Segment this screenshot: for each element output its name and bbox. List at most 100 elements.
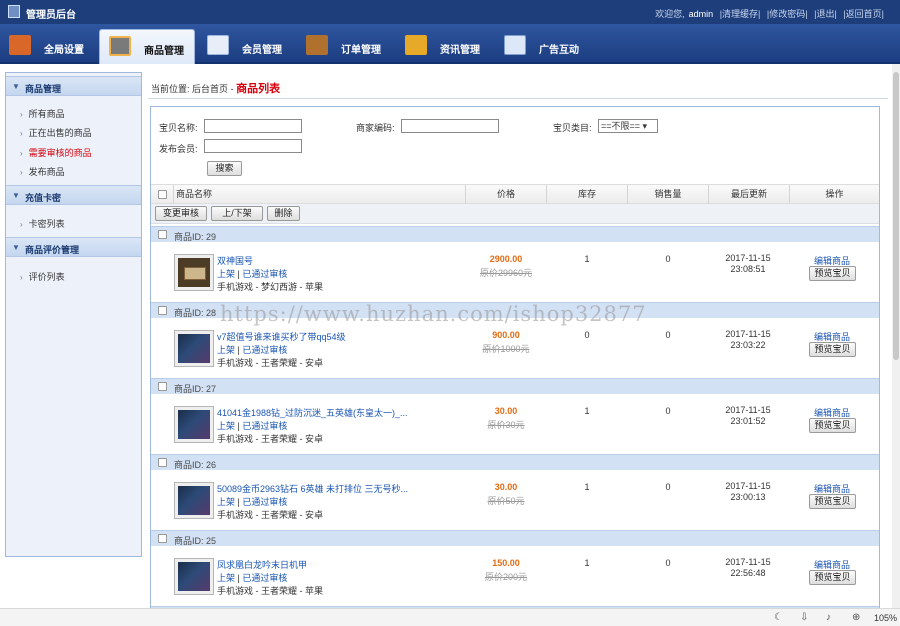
row-checkbox[interactable] bbox=[158, 230, 167, 239]
download-icon[interactable]: ⇩ bbox=[800, 612, 808, 623]
preview-product-button[interactable]: 预览宝贝 bbox=[809, 266, 856, 281]
row-checkbox[interactable] bbox=[158, 458, 167, 467]
vertical-scrollbar[interactable] bbox=[892, 64, 900, 608]
preview-product-button[interactable]: 预览宝贝 bbox=[809, 342, 856, 357]
breadcrumb-current: 商品列表 bbox=[236, 83, 281, 95]
product-name-link[interactable]: 50089金币2963钻石 6英雄 未打排位 三无号秒... bbox=[217, 482, 427, 495]
product-thumbnail[interactable] bbox=[174, 406, 214, 443]
zoom-icon[interactable]: ⊕ bbox=[852, 612, 860, 623]
product-last-update: 2017-11-15 22:56:48 bbox=[708, 557, 788, 579]
product-category: 手机游戏 - 王者荣耀 - 安卓 bbox=[217, 510, 323, 520]
top-links: 欢迎您, admin |清理缓存| |修改密码| |退出| |返回首页| bbox=[651, 7, 884, 20]
preview-product-button[interactable]: 预览宝贝 bbox=[809, 570, 856, 585]
nav-tab-order-management[interactable]: 订单管理 bbox=[297, 29, 393, 64]
product-stock: 1 bbox=[584, 482, 590, 492]
preview-product-button[interactable]: 预览宝贝 bbox=[809, 418, 856, 433]
back-home-link[interactable]: |返回首页| bbox=[843, 9, 884, 19]
merchant-code-label: 商家编码: bbox=[356, 123, 395, 133]
sidebar-item-all-products[interactable]: › 所有商品 bbox=[20, 107, 65, 120]
status-divider: | bbox=[237, 345, 240, 355]
on-shelf-link[interactable]: 上架 bbox=[217, 573, 235, 583]
product-name-link[interactable]: 凤求凰白龙吟末日机甲 bbox=[217, 558, 427, 571]
product-category: 手机游戏 - 王者荣耀 - 苹果 bbox=[217, 586, 323, 596]
publisher-input[interactable] bbox=[204, 139, 302, 153]
sidebar-section-reviews[interactable]: ▼ 商品评价管理 bbox=[6, 237, 141, 257]
table-row: 双神国号 上架 | 已通过审核 手机游戏 - 梦幻西游 - 苹果 2900.00 原价2… bbox=[151, 243, 879, 301]
product-status: 上架 | 已通过审核 bbox=[217, 571, 287, 584]
product-name-link[interactable]: 双神国号 bbox=[217, 254, 427, 267]
sidebar-item-pending-review[interactable]: › 需要审核的商品 bbox=[20, 146, 92, 159]
moon-icon[interactable]: ☾ bbox=[774, 612, 783, 623]
change-review-button[interactable]: 变更审核 bbox=[155, 206, 207, 221]
product-thumbnail[interactable] bbox=[174, 254, 214, 291]
product-name-label: 宝贝名称: bbox=[159, 123, 198, 133]
sidebar-item-on-sale[interactable]: › 正在出售的商品 bbox=[20, 126, 92, 139]
product-thumbnail[interactable] bbox=[174, 558, 214, 595]
logout-link[interactable]: |退出| bbox=[814, 9, 837, 19]
breadcrumb-home-link[interactable]: 后台首页 bbox=[192, 84, 228, 94]
update-time: 23:08:51 bbox=[730, 264, 766, 274]
sidebar-section-recharge[interactable]: ▼ 充值卡密 bbox=[6, 185, 141, 205]
product-name-link[interactable]: 41041金1988钻_过防沉迷_五英雄(东皇太一)_... bbox=[217, 406, 427, 419]
th-last-update: 最后更新 bbox=[708, 185, 789, 204]
sidebar-item-label: 所有商品 bbox=[28, 109, 65, 119]
nav-tab-product-management[interactable]: 商品管理 bbox=[99, 29, 195, 64]
change-password-link[interactable]: |修改密码| bbox=[767, 9, 808, 19]
row-checkbox[interactable] bbox=[158, 534, 167, 543]
toggle-shelf-button[interactable]: 上/下架 bbox=[211, 206, 263, 221]
clear-cache-link[interactable]: |清理缓存| bbox=[720, 9, 761, 19]
nav-tab-label: 商品管理 bbox=[144, 46, 184, 57]
scrollbar-thumb[interactable] bbox=[893, 72, 899, 360]
search-button[interactable]: 搜索 bbox=[207, 161, 242, 176]
row-checkbox[interactable] bbox=[158, 382, 167, 391]
app-title: 管理员后台 bbox=[26, 10, 76, 21]
nav-tab-member-management[interactable]: 会员管理 bbox=[198, 29, 294, 64]
breadcrumb-separator: - bbox=[230, 84, 234, 94]
th-product-name: 商品名称 bbox=[173, 185, 465, 204]
product-id: 商品ID: 26 bbox=[174, 458, 216, 471]
nav-tab-label: 订单管理 bbox=[341, 45, 381, 56]
product-id-value: 26 bbox=[206, 460, 217, 470]
row-checkbox[interactable] bbox=[158, 306, 167, 315]
table-header: 商品名称 价格 库存 销售量 最后更新 操作 bbox=[151, 184, 879, 204]
speaker-icon[interactable]: ♪ bbox=[826, 612, 831, 623]
product-id-prefix: 商品ID: bbox=[174, 460, 204, 470]
document-icon bbox=[504, 35, 526, 55]
category-selected-value: ==不限== bbox=[601, 121, 641, 131]
review-status-link[interactable]: 已通过审核 bbox=[242, 497, 287, 507]
category-select[interactable]: ==不限== ▾ bbox=[598, 119, 658, 133]
sidebar: ▼ 商品管理 › 所有商品 › 正在出售的商品 › 需要审核的商品 › 发布商品 ▼ 充… bbox=[5, 72, 142, 557]
review-status-link[interactable]: 已通过审核 bbox=[242, 421, 287, 431]
product-thumbnail[interactable] bbox=[174, 482, 214, 519]
review-status-link[interactable]: 已通过审核 bbox=[242, 573, 287, 583]
on-shelf-link[interactable]: 上架 bbox=[217, 269, 235, 279]
nav-tab-ad-interaction[interactable]: 广告互动 bbox=[495, 29, 591, 64]
on-shelf-link[interactable]: 上架 bbox=[217, 421, 235, 431]
chevron-right-icon: › bbox=[20, 129, 23, 138]
product-id-prefix: 商品ID: bbox=[174, 308, 204, 318]
status-divider: | bbox=[237, 269, 240, 279]
on-shelf-link[interactable]: 上架 bbox=[217, 345, 235, 355]
nav-tab-news-management[interactable]: 资讯管理 bbox=[396, 29, 492, 64]
merchant-code-input[interactable] bbox=[401, 119, 499, 133]
review-status-link[interactable]: 已通过审核 bbox=[242, 345, 287, 355]
sidebar-item-review-list[interactable]: › 评价列表 bbox=[20, 270, 65, 283]
status-divider: | bbox=[237, 573, 240, 583]
on-shelf-link[interactable]: 上架 bbox=[217, 497, 235, 507]
sidebar-item-publish[interactable]: › 发布商品 bbox=[20, 165, 65, 178]
divider bbox=[148, 98, 888, 99]
product-last-update: 2017-11-15 23:01:52 bbox=[708, 405, 788, 427]
sidebar-item-card-list[interactable]: › 卡密列表 bbox=[20, 217, 65, 230]
review-status-link[interactable]: 已通过审核 bbox=[242, 269, 287, 279]
sidebar-section-title: 充值卡密 bbox=[25, 193, 62, 203]
sidebar-section-product[interactable]: ▼ 商品管理 bbox=[6, 76, 141, 96]
product-id: 商品ID: 28 bbox=[174, 306, 216, 319]
delete-button[interactable]: 删除 bbox=[267, 206, 300, 221]
sidebar-item-label: 发布商品 bbox=[28, 167, 65, 177]
product-name-input[interactable] bbox=[204, 119, 302, 133]
th-checkbox-cell bbox=[151, 185, 173, 204]
nav-tab-global-settings[interactable]: 全局设置 bbox=[0, 29, 96, 64]
product-thumbnail[interactable] bbox=[174, 330, 214, 367]
preview-product-button[interactable]: 预览宝贝 bbox=[809, 494, 856, 509]
product-name-link[interactable]: v7超值号谁来谁买秒了带qq54级 bbox=[217, 330, 427, 343]
